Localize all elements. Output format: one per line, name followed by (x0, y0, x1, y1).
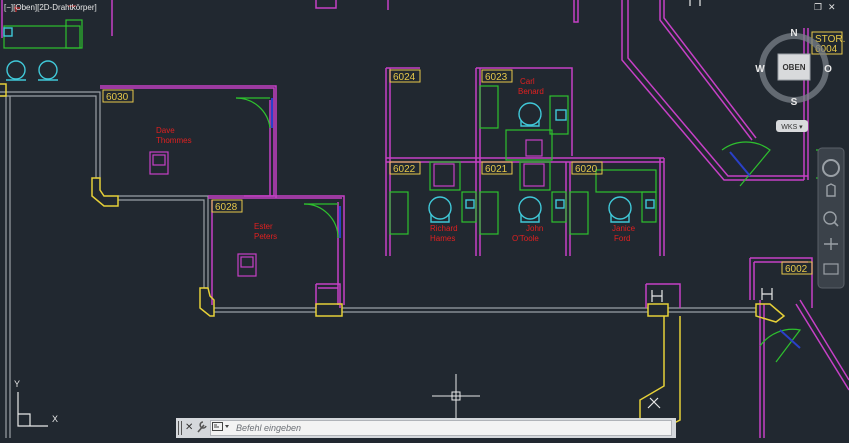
ucs-icon (17, 392, 48, 427)
door-frames (271, 98, 801, 349)
command-input-placeholder[interactable]: Befehl eingeben (236, 421, 301, 435)
crosshair-cursor (432, 374, 480, 418)
navigation-bar[interactable] (817, 147, 845, 289)
room-tag-6002: 6002 (785, 264, 808, 275)
person-last-peters: Peters (254, 232, 277, 241)
person-last-ford: Ford (614, 234, 630, 243)
drawing-viewport[interactable]: 6030 6028 6024 6023 6022 6021 6020 6002 … (0, 0, 849, 438)
room-tag-6023: 6023 (485, 72, 508, 83)
room-walls (1, 0, 849, 438)
room-tag-6021: 6021 (485, 164, 508, 175)
wcs-menu[interactable]: WKS ▾ (781, 124, 803, 131)
door-jambs (647, 0, 773, 409)
viewport-label[interactable]: [−][Oben][2D-Drahtkörper] (4, 3, 97, 12)
structural-columns (0, 83, 786, 433)
person-last-thommes: Thommes (156, 136, 192, 145)
viewcube-south[interactable]: S (791, 97, 798, 108)
corridor-walls (0, 91, 756, 438)
viewcube-north[interactable]: N (790, 28, 797, 39)
ucs-y-label: Y (14, 379, 20, 389)
drawing-canvas[interactable]: 6030 6028 6024 6023 6022 6021 6020 6002 … (0, 0, 849, 438)
viewcube-face-label[interactable]: OBEN (782, 63, 805, 72)
viewcube-east[interactable]: O (824, 64, 832, 75)
workstations (3, 19, 657, 235)
room-tag-6024: 6024 (393, 72, 416, 83)
person-last-hames: Hames (430, 234, 455, 243)
person-first-carl: Carl (520, 77, 535, 86)
person-first-richard: Richard (430, 224, 458, 233)
ucs-x-label: X (52, 414, 58, 424)
customize-wrench-icon[interactable] (196, 420, 210, 436)
command-line-grip[interactable] (178, 421, 184, 435)
person-first-john: John (526, 224, 543, 233)
room-tag-6020: 6020 (575, 164, 598, 175)
computers (149, 139, 545, 277)
viewcube-west[interactable]: W (755, 64, 765, 75)
person-first-ester: Ester (254, 222, 273, 231)
room-tag-6028: 6028 (215, 202, 238, 213)
room-tag-6030: 6030 (106, 92, 129, 103)
person-last-benard: Benard (518, 87, 544, 96)
person-last-otoole: O'Toole (512, 234, 539, 243)
command-line-close-icon[interactable]: ✕ (185, 420, 193, 436)
room-tag-6022: 6022 (393, 164, 416, 175)
person-first-janice: Janice (612, 224, 636, 233)
person-first-dave: Dave (156, 126, 175, 135)
recent-commands-icon[interactable] (212, 422, 232, 434)
close-viewport-button[interactable]: ✕ (828, 2, 836, 14)
restore-viewport-button[interactable]: ❐ (814, 2, 822, 14)
